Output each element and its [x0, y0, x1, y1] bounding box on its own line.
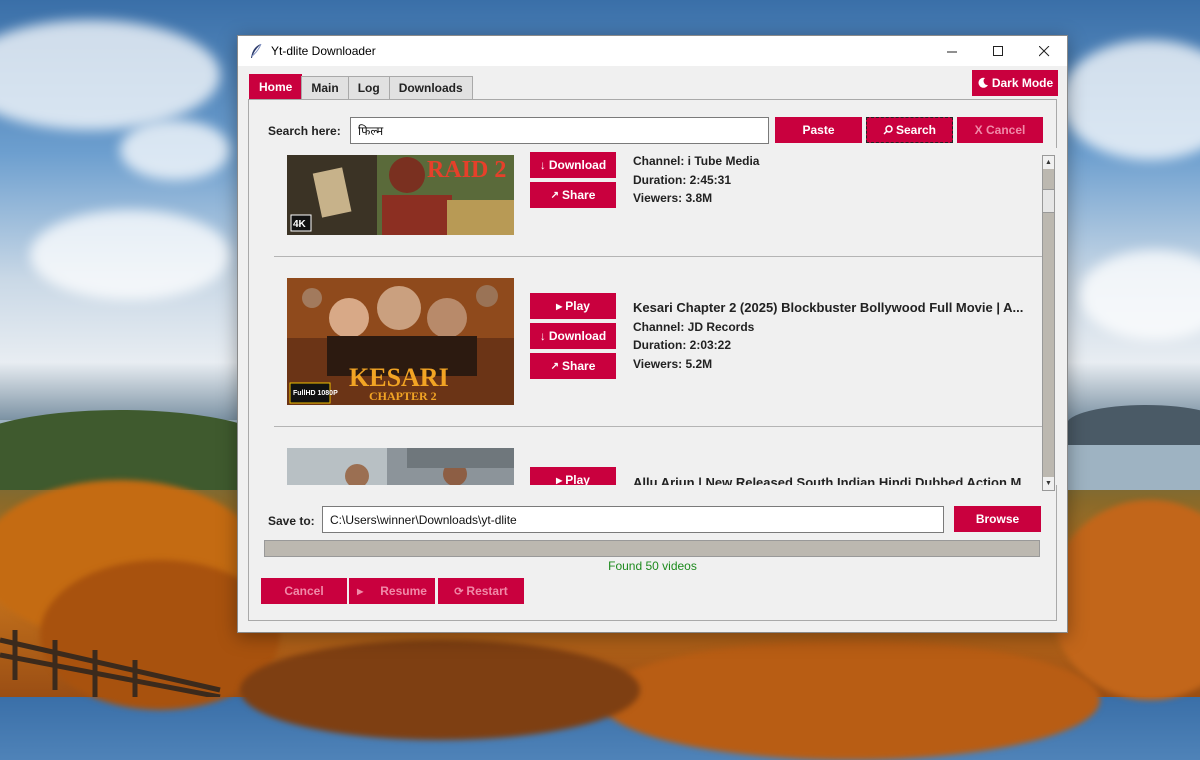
thumbnail-badge: FullHD 1080P [293, 390, 338, 397]
list-item: ▶ Play Allu Arjun | New Released South In… [274, 427, 1046, 485]
restart-button[interactable]: ⟳ Restart [438, 578, 524, 604]
share-label: Share [562, 188, 596, 202]
save-path-input[interactable]: C:\Users\winner\Downloads\yt-dlite [322, 506, 944, 533]
scrollbar-thumb[interactable] [1043, 189, 1054, 213]
video-thumbnail[interactable] [287, 448, 514, 485]
title-bar[interactable]: Yt-dlite Downloader [238, 36, 1067, 66]
restart-icon: ⟳ [454, 585, 464, 598]
progress-bar [264, 540, 1040, 557]
download-icon: ↓ [539, 329, 546, 343]
download-label: Download [548, 158, 607, 172]
thumbnail-badge: 4K [293, 219, 307, 230]
close-button[interactable] [1021, 36, 1067, 66]
maximize-icon [992, 45, 1003, 56]
minimize-button[interactable] [929, 36, 975, 66]
video-thumbnail[interactable]: RAID 2 4K [287, 155, 514, 235]
maximize-button[interactable] [975, 36, 1021, 66]
minimize-icon [946, 51, 957, 52]
channel-text: Channel: JD Records [633, 319, 755, 334]
play-icon: ▶ [556, 475, 563, 485]
restart-label: Restart [466, 584, 508, 598]
play-button[interactable]: ▶ Play [530, 467, 616, 485]
status-text: Found 50 videos [608, 559, 697, 573]
search-input[interactable]: फिल्म [350, 117, 769, 144]
app-window: Yt-dlite Downloader Home Main Log Downlo… [237, 35, 1068, 633]
video-title[interactable]: Allu Arjun | New Released South Indian H… [633, 474, 1032, 485]
download-label: Download [548, 329, 607, 343]
resume-label: Resume [380, 584, 427, 598]
scroll-down-icon[interactable]: ▼ [1043, 477, 1054, 490]
download-icon: ↓ [539, 158, 546, 172]
dark-mode-label: Dark Mode [991, 76, 1054, 90]
play-icon: ▶ [556, 301, 563, 311]
play-icon: ▶ [357, 586, 364, 596]
play-button[interactable]: ▶ Play [530, 293, 616, 319]
video-thumbnail[interactable]: KESARI CHAPTER 2 FullHD 1080P [287, 278, 514, 405]
download-button[interactable]: ↓ Download [530, 323, 616, 349]
feather-icon [251, 43, 262, 58]
channel-text: Channel: i Tube Media [633, 154, 760, 168]
share-button[interactable]: ↗ Share [530, 182, 616, 208]
play-label: Play [565, 473, 590, 485]
tab-downloads[interactable]: Downloads [388, 76, 473, 99]
thumbnail-subtitle: CHAPTER 2 [369, 389, 437, 403]
video-title[interactable]: Kesari Chapter 2 (2025) Blockbuster Boll… [633, 299, 1023, 318]
cancel-button[interactable]: Cancel [261, 578, 347, 604]
close-icon [1038, 45, 1049, 56]
tab-main[interactable]: Main [301, 76, 349, 99]
browse-button[interactable]: Browse [954, 506, 1041, 532]
duration-text: Duration: 2:45:31 [633, 172, 732, 187]
download-button[interactable]: ↓ Download [530, 152, 616, 178]
search-label: Search here: [268, 124, 341, 138]
share-label: Share [562, 359, 596, 373]
results-scrollbar[interactable]: ▲ ▼ [1042, 155, 1055, 491]
search-icon [883, 125, 893, 135]
play-label: Play [565, 299, 590, 313]
dark-mode-button[interactable]: Dark Mode [972, 70, 1058, 96]
scroll-up-icon[interactable]: ▲ [1043, 156, 1054, 169]
save-label: Save to: [268, 514, 315, 528]
duration-text: Duration: 2:03:22 [633, 338, 732, 352]
list-item: RAID 2 4K ↓ Download ↗ Share Channel: i Tu… [274, 148, 1046, 256]
home-panel: Search here: फिल्म Paste Search X Cancel… [248, 99, 1064, 621]
search-button[interactable]: Search [866, 117, 953, 143]
share-icon: ↗ [550, 189, 560, 201]
thumbnail-title: KESARI [349, 363, 449, 392]
share-icon: ↗ [550, 360, 560, 372]
cancel-search-button[interactable]: X Cancel [957, 117, 1043, 143]
moon-icon [978, 77, 988, 88]
share-button[interactable]: ↗ Share [530, 353, 616, 379]
results-list[interactable]: RAID 2 4K ↓ Download ↗ Share Channel: i Tu… [274, 148, 1064, 485]
tab-home[interactable]: Home [249, 74, 303, 99]
viewers-text: Viewers: 5.2M [633, 356, 713, 371]
list-item: KESARI CHAPTER 2 FullHD 1080P ▶ Play ↓ Dow… [274, 257, 1046, 427]
resume-button[interactable]: ▶ Resume [349, 578, 435, 604]
tab-bar: Home Main Log Downloads [249, 74, 473, 99]
search-button-label: Search [895, 123, 937, 137]
tab-log[interactable]: Log [347, 76, 390, 99]
viewers-text: Viewers: 3.8M [633, 191, 713, 205]
thumbnail-title: RAID 2 [427, 157, 506, 183]
window-title: Yt-dlite Downloader [271, 44, 376, 58]
paste-button[interactable]: Paste [775, 117, 862, 143]
